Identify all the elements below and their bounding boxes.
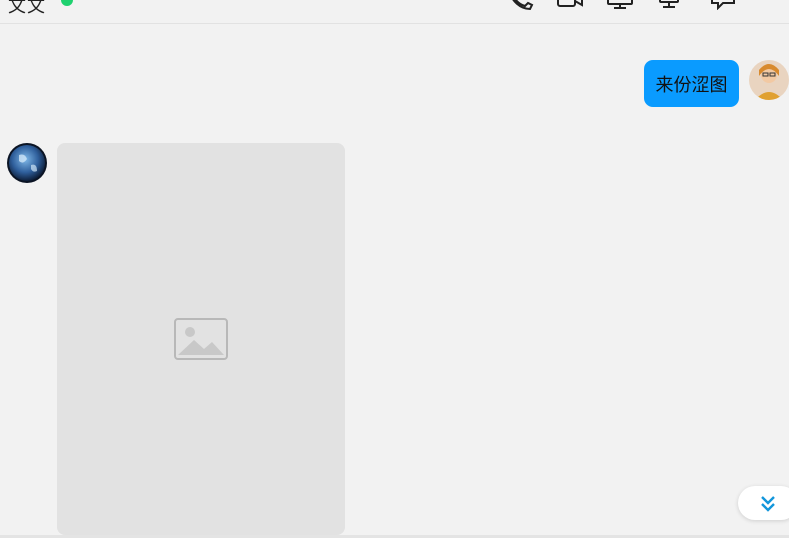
remote-desktop-icon[interactable]	[656, 0, 684, 10]
phone-icon[interactable]	[508, 0, 536, 10]
chat-header: 文文	[0, 0, 789, 24]
video-camera-icon[interactable]	[556, 0, 584, 10]
outgoing-message-bubble[interactable]: 来份涩图	[644, 60, 739, 107]
user-avatar[interactable]	[749, 60, 789, 100]
monitor-icon[interactable]	[606, 0, 634, 10]
image-message[interactable]	[57, 143, 345, 535]
contact-avatar[interactable]	[7, 143, 47, 183]
message-text: 来份涩图	[655, 74, 728, 96]
image-placeholder-icon	[174, 318, 228, 360]
online-status-indicator	[61, 0, 73, 6]
contact-name: 文文	[8, 0, 46, 17]
double-chevron-down-icon	[761, 496, 775, 512]
scroll-to-bottom-button[interactable]	[738, 486, 789, 520]
chat-bubble-icon[interactable]	[709, 0, 737, 10]
